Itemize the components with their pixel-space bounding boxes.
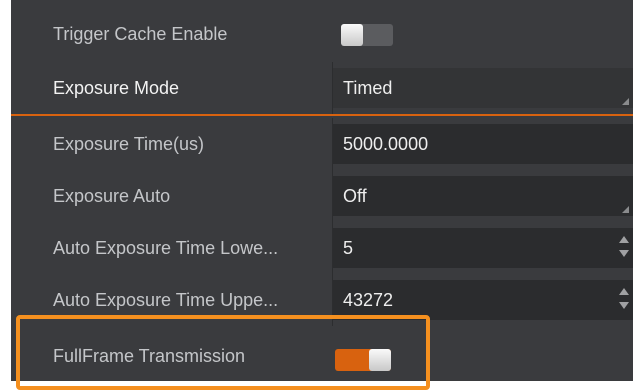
highlight-outline [16,315,430,390]
trigger-cache-enable-toggle[interactable] [341,24,393,46]
spin-down-icon[interactable] [619,302,629,309]
row-auto-exposure-time-lower: Auto Exposure Time Lowe... 5 [11,222,633,274]
auto-exposure-time-lower-spinbox[interactable]: 5 [333,228,633,268]
dropdown-corner-icon [622,206,629,213]
property-label: Auto Exposure Time Lowe... [53,238,279,258]
row-exposure-auto: Exposure Auto Off [11,170,633,222]
toggle-knob [341,24,363,46]
dropdown-value: Off [343,186,367,206]
spin-up-icon[interactable] [619,236,629,243]
spinbox-value: 5 [343,238,354,258]
property-label: Trigger Cache Enable [53,24,228,44]
row-exposure-time: Exposure Time(us) 5000.0000 [11,118,633,170]
exposure-time-field[interactable]: 5000.0000 [333,124,633,164]
spin-down-icon[interactable] [619,250,629,257]
dropdown-value: Timed [343,78,393,98]
property-label: Exposure Mode [53,78,180,98]
spin-up-icon[interactable] [619,288,629,295]
spinbox-arrows[interactable] [619,288,629,314]
auto-exposure-time-upper-spinbox[interactable]: 43272 [333,280,633,320]
property-label: Exposure Auto [53,186,171,206]
row-exposure-mode: Exposure Mode Timed [11,62,633,114]
spinbox-arrows[interactable] [619,236,629,262]
selection-underline [11,114,633,116]
property-label: Exposure Time(us) [53,134,205,154]
exposure-auto-dropdown[interactable]: Off [333,176,633,216]
row-trigger-cache-enable: Trigger Cache Enable [11,8,633,60]
spinbox-value: 43272 [343,290,394,310]
field-value: 5000.0000 [343,134,429,154]
dropdown-corner-icon [622,98,629,105]
exposure-mode-dropdown[interactable]: Timed [333,68,633,108]
